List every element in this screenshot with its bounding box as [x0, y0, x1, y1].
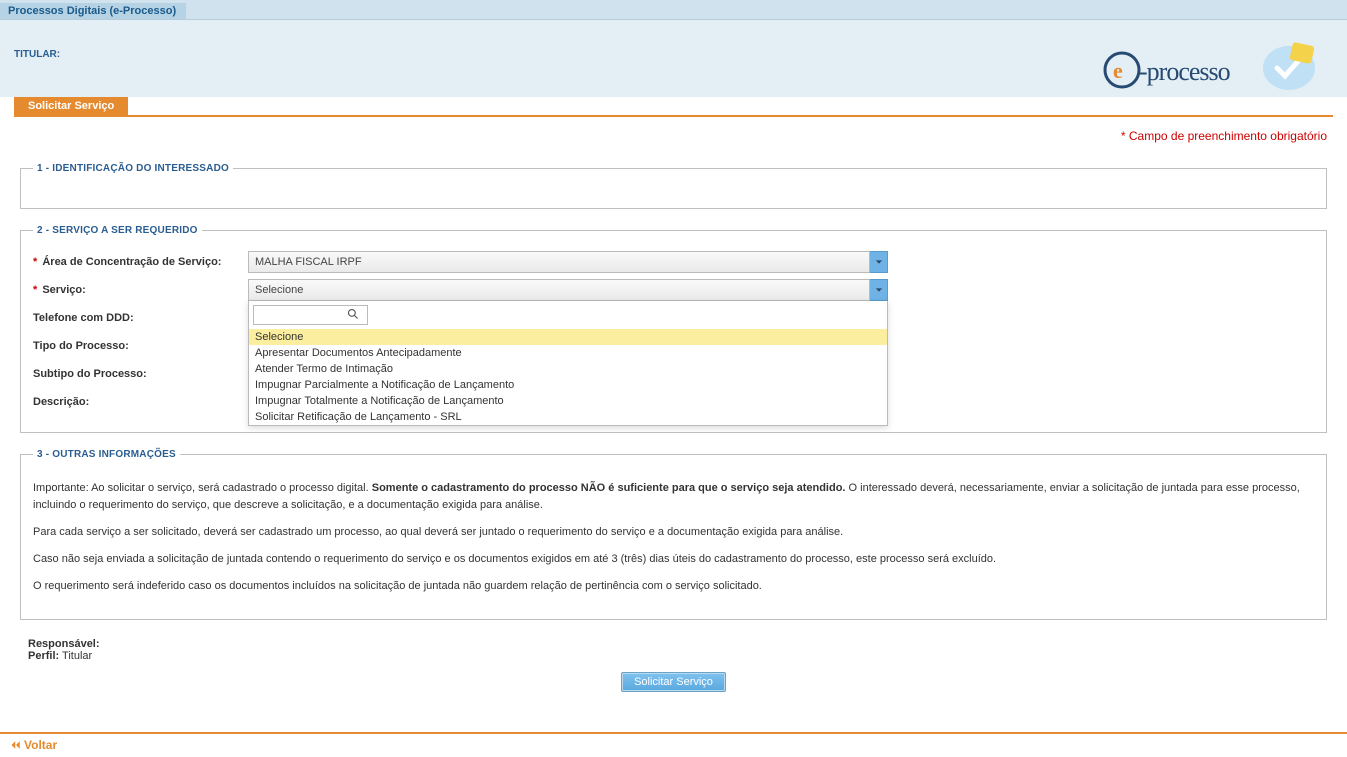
breadcrumb-title: Processos Digitais (e-Processo) [0, 3, 186, 19]
responsavel-label: Responsável: [28, 638, 100, 650]
voltar-link[interactable]: Voltar [10, 738, 57, 752]
svg-text:e: e [1113, 58, 1123, 83]
combo-area-input[interactable] [248, 251, 870, 273]
eprocesso-logo: e -processo [1099, 38, 1319, 101]
dropdown-item[interactable]: Impugnar Parcialmente a Notificação de L… [249, 377, 887, 393]
fieldset-identificacao: 1 - IDENTIFICAÇÃO DO INTERESSADO [20, 163, 1327, 209]
fieldset-outras-info: 3 - OUTRAS INFORMAÇÕES Importante: Ao so… [20, 449, 1327, 620]
label-telefone: Telefone com DDD: [33, 312, 248, 324]
chevron-down-icon [875, 258, 883, 266]
info-paragraph-3: Caso não seja enviada a solicitação de j… [33, 551, 1314, 568]
dropdown-search-input[interactable] [254, 307, 344, 323]
label-area: * Área de Concentração de Serviço: [33, 256, 248, 268]
dropdown-item[interactable]: Solicitar Retificação de Lançamento - SR… [249, 409, 887, 425]
legend-identificacao: 1 - IDENTIFICAÇÃO DO INTERESSADO [33, 163, 233, 174]
legend-outras-info: 3 - OUTRAS INFORMAÇÕES [33, 449, 180, 460]
titular-label: TITULAR: [14, 49, 60, 60]
footer-bar: Voltar [0, 732, 1347, 757]
dropdown-list: Selecione Apresentar Documentos Antecipa… [249, 329, 887, 425]
combo-area[interactable] [248, 251, 888, 273]
info-paragraph-4: O requerimento será indeferido caso os d… [33, 578, 1314, 595]
combo-servico-trigger[interactable] [870, 279, 888, 301]
breadcrumb-bar: Processos Digitais (e-Processo) [0, 0, 1347, 20]
solicitar-servico-button[interactable]: Solicitar Serviço [621, 672, 726, 692]
dropdown-search[interactable] [253, 305, 368, 325]
dropdown-item[interactable]: Apresentar Documentos Antecipadamente [249, 345, 887, 361]
chevron-down-icon [875, 286, 883, 294]
dropdown-item[interactable]: Atender Termo de Intimação [249, 361, 887, 377]
fieldset-servico: 2 - SERVIÇO A SER REQUERIDO * Área de Co… [20, 225, 1327, 433]
svg-text:-processo: -processo [1139, 57, 1231, 86]
perfil-label: Perfil: [28, 650, 59, 662]
label-descricao: Descrição: [33, 396, 248, 408]
info-paragraph-1: Importante: Ao solicitar o serviço, será… [33, 480, 1314, 514]
responsavel-block: Responsável: Perfil: Titular [28, 638, 1333, 662]
legend-servico: 2 - SERVIÇO A SER REQUERIDO [33, 225, 202, 236]
label-servico: * Serviço: [33, 284, 248, 296]
perfil-value: Titular [59, 650, 92, 662]
label-subtipo-processo: Subtipo do Processo: [33, 368, 248, 380]
info-paragraph-2: Para cada serviço a ser solicitado, deve… [33, 524, 1314, 541]
required-note: * Campo de preenchimento obrigatório [0, 121, 1347, 147]
section-tab: Solicitar Serviço [14, 97, 128, 115]
dropdown-item[interactable]: Impugnar Totalmente a Notificação de Lan… [249, 393, 887, 409]
combo-servico[interactable]: Selecione Apresentar Documentos Antecipa… [248, 279, 888, 301]
label-tipo-processo: Tipo do Processo: [33, 340, 248, 352]
combo-area-trigger[interactable] [870, 251, 888, 273]
dropdown-panel-servico: Selecione Apresentar Documentos Antecipa… [248, 301, 888, 426]
header: TITULAR: e -processo [0, 20, 1347, 97]
search-icon [344, 308, 362, 323]
double-arrow-left-icon [10, 740, 22, 750]
section-title-bar: Solicitar Serviço [14, 97, 1333, 117]
dropdown-item[interactable]: Selecione [249, 329, 887, 345]
combo-servico-input[interactable] [248, 279, 870, 301]
